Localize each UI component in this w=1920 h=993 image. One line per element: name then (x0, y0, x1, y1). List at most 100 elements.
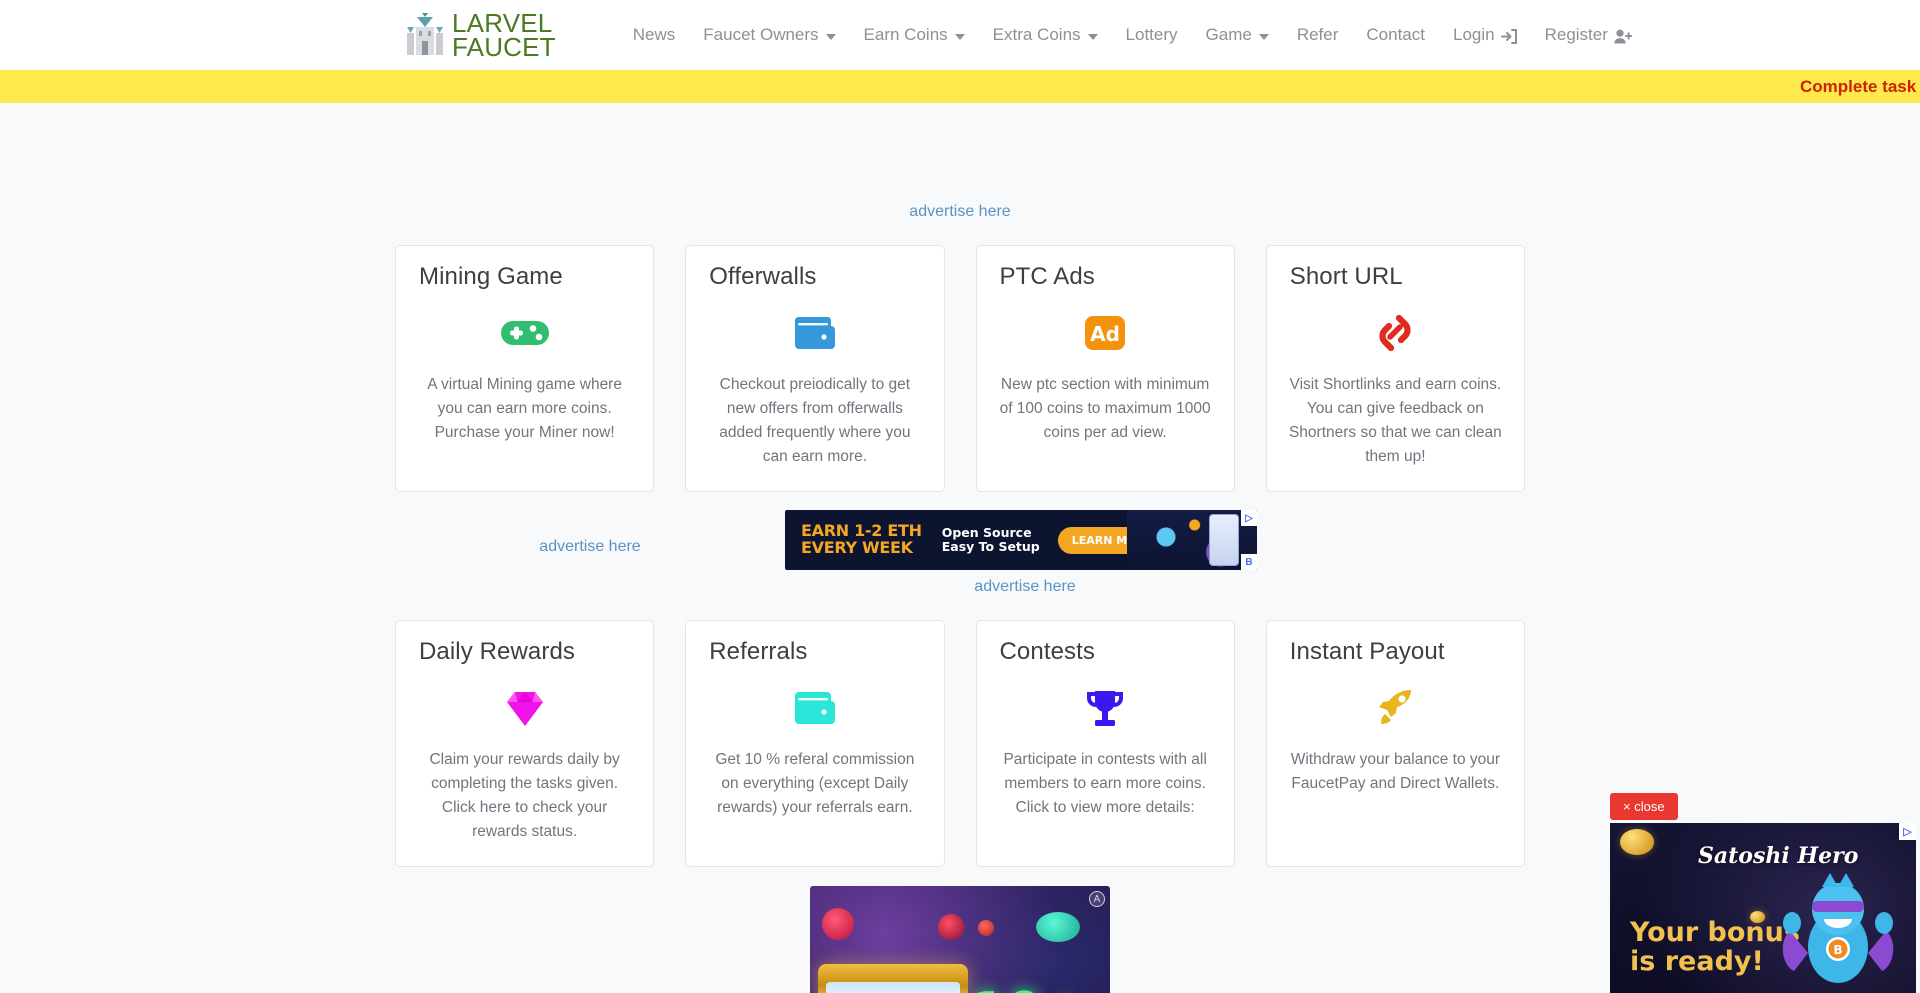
user-plus-icon (1614, 29, 1632, 44)
nav-item-lottery[interactable]: Lottery (1112, 17, 1192, 53)
hero-mascot-graphic: B (1782, 873, 1894, 983)
castle-logo-icon (407, 13, 443, 55)
feature-card-row-1: Mining Game A virtual Mining game where … (395, 245, 1525, 493)
brand-wordmark: LARVEL FAUCET (452, 9, 556, 62)
mid-ad-row: advertise here EARN 1-2 ETH EVERY WEEK O… (395, 510, 1525, 596)
popup-close-button[interactable]: × close (1610, 793, 1678, 820)
nav-label-game: Game (1205, 25, 1252, 44)
casino-chip-graphic (1036, 912, 1080, 943)
slot-reel-inner-graphic (826, 982, 960, 993)
card-title: Instant Payout (1289, 638, 1445, 666)
top-ad-slot (0, 103, 1920, 203)
casino-chip-graphic (938, 914, 964, 941)
eth-headline-line-2: EVERY WEEK (801, 538, 913, 558)
chevron-down-icon (954, 34, 965, 40)
announcement-marquee: Complete task (0, 70, 1920, 103)
casino-chip-graphic (822, 908, 854, 941)
svg-text:Ad: Ad (1090, 322, 1120, 346)
cards-container: Mining Game A virtual Mining game where … (395, 245, 1525, 993)
card-title: Contests (999, 638, 1096, 666)
card-title: Daily Rewards (419, 638, 576, 666)
nav-item-faucet-owners[interactable]: Faucet Owners (689, 17, 849, 53)
nav-label-refer: Refer (1296, 25, 1339, 44)
nav-label-extra-coins: Extra Coins (992, 25, 1081, 44)
nav-item-register[interactable]: Register (1531, 17, 1646, 53)
card-mining-game[interactable]: Mining Game A virtual Mining game where … (395, 245, 655, 493)
site-logo[interactable]: LARVEL FAUCET (405, 9, 556, 62)
card-description: Withdraw your balance to your FaucetPay … (1290, 751, 1501, 793)
eth-banner-headline: EARN 1-2 ETH EVERY WEEK (801, 522, 922, 558)
ad-choices-top-icon[interactable]: ▷ (1899, 823, 1916, 840)
bottom-slot-ad-wrapper: WINTOMATO 10 ⚡ FREE SPINS NO DEPOSIT A (810, 886, 1110, 993)
nav-item-earn-coins[interactable]: Earn Coins (850, 17, 979, 53)
nav-label-faucet-owners: Faucet Owners (703, 25, 819, 44)
bonus-headline: Your bonus is ready! (1630, 918, 1800, 976)
card-description: Participate in contests with all members… (1003, 751, 1207, 817)
card-ptc-ads[interactable]: PTC Ads Ad New ptc section with minimum … (975, 245, 1235, 493)
link-chain-icon (1375, 307, 1415, 359)
eth-sub-line-2: Easy To Setup (941, 539, 1040, 555)
ad-network-badge-icon[interactable]: B (1241, 554, 1257, 571)
bonus-line-1: Your bonus (1630, 917, 1800, 948)
card-instant-payout[interactable]: Instant Payout Withdraw your balance to … (1265, 620, 1525, 868)
mid-ad-left: advertise here (395, 510, 785, 556)
card-title: Offerwalls (709, 263, 817, 290)
card-description: Get 10 % referal commission on everythin… (715, 751, 915, 817)
bitcoin-coin-graphic (1620, 829, 1654, 855)
gamepad-icon (500, 307, 550, 359)
card-title: Short URL (1289, 263, 1403, 290)
marquee-text: Complete task (1800, 76, 1917, 96)
nav-label-earn-coins: Earn Coins (863, 25, 948, 44)
card-description: Claim your rewards daily by completing t… (429, 751, 620, 841)
card-description: Checkout preiodically to get new offers … (719, 376, 911, 466)
brand-line-2: FAUCET (452, 32, 556, 62)
page-content: advertise here Mining Game A virtual Min… (0, 103, 1920, 993)
trophy-icon (1083, 682, 1127, 734)
main-nav: News Faucet Owners Earn Coins Extra Coin… (619, 17, 1646, 53)
satoshi-hero-ad[interactable]: Satoshi Hero Your bonus is ready! Spin n… (1610, 823, 1916, 993)
bonus-line-2: is ready! (1630, 946, 1764, 978)
nav-item-refer[interactable]: Refer (1283, 17, 1353, 53)
nav-item-extra-coins[interactable]: Extra Coins (979, 17, 1112, 53)
nav-item-contact[interactable]: Contact (1352, 17, 1439, 53)
chevron-down-icon (825, 34, 836, 40)
svg-text:B: B (1833, 943, 1842, 957)
phone-mockup-graphic (1209, 514, 1239, 567)
advertise-here-link-left[interactable]: advertise here (395, 538, 785, 556)
card-contests[interactable]: Contests Participate in contests with al… (975, 620, 1235, 868)
wintomato-slot-ad[interactable]: WINTOMATO 10 ⚡ FREE SPINS NO DEPOSIT A (810, 886, 1110, 993)
eth-banner-artwork (1127, 510, 1257, 571)
satoshi-hero-title: Satoshi Hero (1698, 843, 1859, 869)
wallet-icon (793, 682, 837, 734)
free-spins-count: 10 (970, 986, 1042, 993)
eth-sub-line-1: Open Source (941, 524, 1032, 540)
card-short-url[interactable]: Short URL Visit Shortlinks and earn coin… (1265, 245, 1525, 493)
advertise-here-link-top[interactable]: advertise here (0, 203, 1920, 221)
mid-ad-center: EARN 1-2 ETH EVERY WEEK Open Source Easy… (785, 510, 1265, 596)
nav-label-news: News (632, 25, 676, 44)
nav-item-login[interactable]: Login (1439, 17, 1531, 53)
ad-badge-icon: Ad (1084, 307, 1126, 359)
nav-label-register: Register (1544, 25, 1608, 44)
slot-reel-graphic (818, 964, 968, 993)
nav-item-news[interactable]: News (619, 17, 690, 53)
advertise-here-link-center[interactable]: advertise here (785, 578, 1265, 596)
card-description: Visit Shortlinks and earn coins. You can… (1288, 376, 1502, 466)
card-description: A virtual Mining game where you can earn… (427, 376, 622, 442)
ad-choices-icon[interactable]: A (1089, 891, 1105, 908)
eth-banner-subtext: Open Source Easy To Setup (941, 524, 1040, 555)
eth-banner-ad[interactable]: EARN 1-2 ETH EVERY WEEK Open Source Easy… (785, 510, 1257, 571)
chevron-down-icon (1087, 34, 1098, 40)
ad-choices-top-icon[interactable]: ▷ (1241, 510, 1257, 527)
wallet-icon (793, 307, 837, 359)
casino-chip-graphic (978, 920, 994, 937)
login-arrow-icon (1500, 28, 1517, 44)
chevron-down-icon (1258, 34, 1269, 40)
rocket-icon (1373, 682, 1417, 734)
card-daily-rewards[interactable]: Daily Rewards Claim your rewards daily b… (395, 620, 655, 868)
card-offerwalls[interactable]: Offerwalls Checkout preiodically to get … (685, 245, 945, 493)
top-navigation-bar: LARVEL FAUCET News Faucet Owners Earn Co… (0, 0, 1920, 70)
nav-item-game[interactable]: Game (1192, 17, 1283, 53)
card-referrals[interactable]: Referrals Get 10 % referal commission on… (685, 620, 945, 868)
gem-icon (503, 682, 547, 734)
